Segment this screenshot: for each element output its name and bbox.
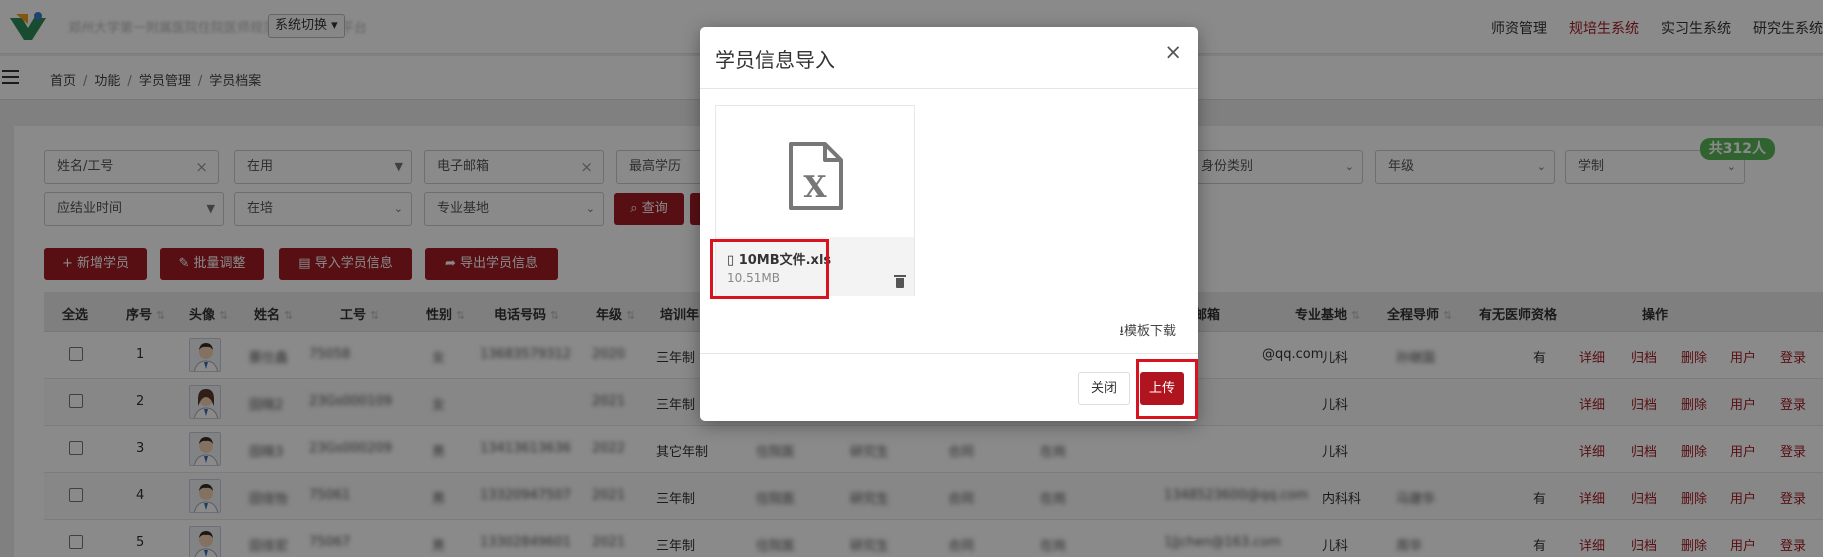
template-download-label: 模板下载 <box>1123 324 1176 339</box>
dialog-footer-divider <box>700 353 1198 354</box>
close-icon[interactable]: × <box>1164 42 1182 63</box>
close-button[interactable]: 关闭 <box>1078 372 1130 405</box>
trash-icon[interactable] <box>894 275 906 288</box>
file-highlight-box <box>710 239 829 299</box>
template-download-link[interactable]: ⭳模板下载 <box>1119 320 1176 344</box>
dialog-title: 学员信息导入 <box>715 48 835 72</box>
import-dialog: 学员信息导入 × X ▯ 10MB文件.xls 10.51MB ⭳模板下载 关闭… <box>700 27 1198 421</box>
dialog-divider <box>700 88 1198 89</box>
upload-highlight-box <box>1136 359 1198 419</box>
svg-text:X: X <box>803 170 827 205</box>
excel-file-icon: X <box>789 142 843 210</box>
